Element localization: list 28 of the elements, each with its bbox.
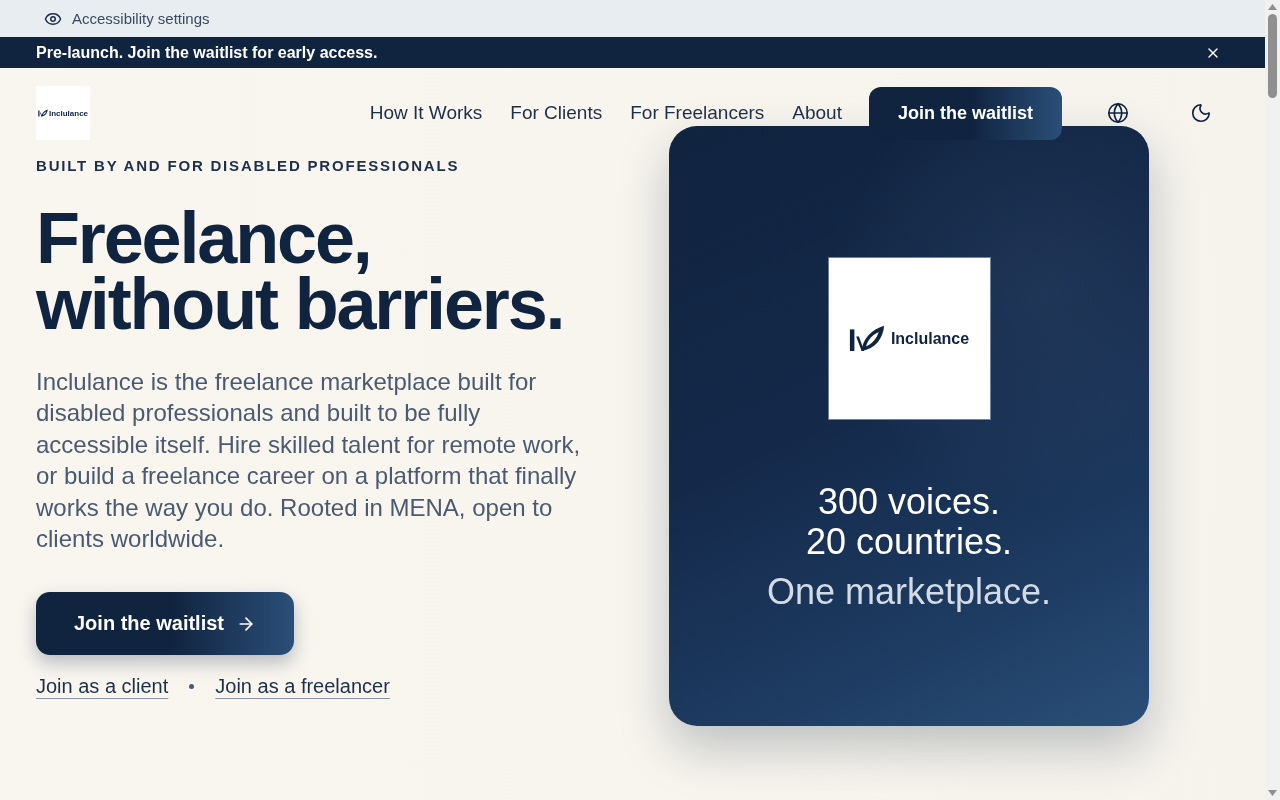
nav-link[interactable]: For Clients	[510, 102, 603, 124]
separator-dot-icon	[189, 683, 195, 689]
scrollbar[interactable]	[1265, 0, 1280, 800]
accessibility-settings-button[interactable]: Accessibility settings	[44, 9, 210, 28]
nav-link[interactable]: About	[792, 102, 842, 124]
scroll-up-icon[interactable]	[1268, 4, 1277, 10]
eyebrow-text: BUILT BY AND FOR DISABLED PROFESSIONALS	[36, 156, 460, 176]
tagline-text: One marketplace.	[766, 572, 1052, 612]
globe-icon	[1107, 102, 1129, 124]
scroll-down-icon[interactable]	[1268, 790, 1277, 796]
nav-link[interactable]: For Freelancers	[630, 102, 765, 124]
logo-wordmark: Inclulance	[48, 108, 89, 118]
stat-text: 20 countries.	[805, 522, 1013, 562]
description-text: Inclulance is the freelance marketplace built for disabled professionals and built to be fully accessible itself. Hire skilled talent for remote work, or build a freelance career on a platform that finally works the way you do. Rooted in MENA, open to clients worldwide.	[36, 367, 582, 555]
scrollbar-thumb[interactable]	[1268, 14, 1277, 98]
join-waitlist-button[interactable]: Join the waitlist	[868, 86, 1062, 140]
headline: Freelance, without barriers.	[36, 205, 564, 337]
moon-icon	[1190, 102, 1212, 124]
join-waitlist-button[interactable]: Join the waitlist	[36, 592, 295, 656]
text-link[interactable]: Join as a freelancer	[215, 674, 390, 699]
logo-wordmark: Inclulance	[890, 329, 970, 348]
logo-mark-icon	[37, 109, 48, 117]
nav-link[interactable]: How It Works	[369, 102, 483, 124]
stat-text: 300 voices.	[817, 482, 1001, 522]
text-link[interactable]: Join as a client	[36, 674, 169, 699]
logo[interactable]: Inclulance	[36, 86, 90, 140]
logo-mark-icon	[848, 324, 885, 353]
announcement-text: Pre-launch. Join the waitlist for early access.	[36, 43, 378, 62]
